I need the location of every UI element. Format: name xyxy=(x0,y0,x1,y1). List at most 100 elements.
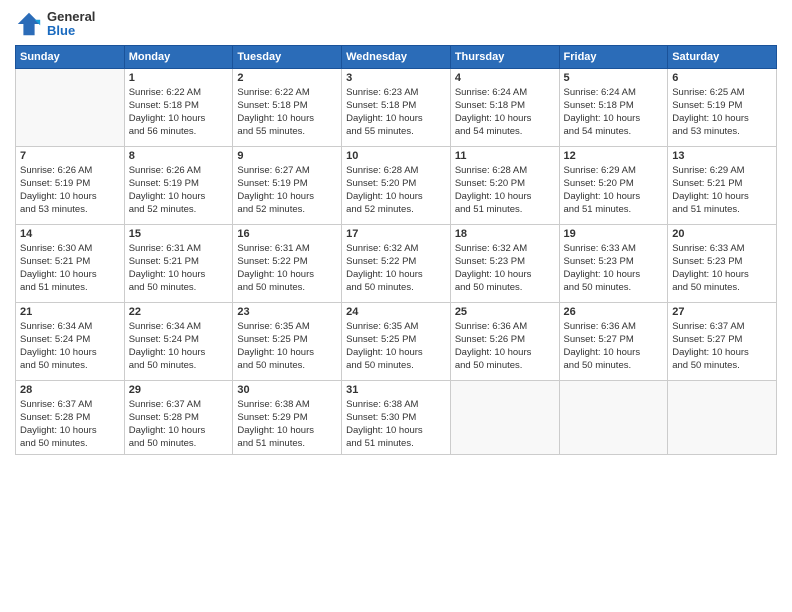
day-number: 11 xyxy=(455,150,555,162)
day-number: 26 xyxy=(564,306,664,318)
day-info: Sunrise: 6:32 AM Sunset: 5:23 PM Dayligh… xyxy=(455,242,555,295)
day-number: 2 xyxy=(237,72,337,84)
weekday-header-monday: Monday xyxy=(124,45,233,68)
calendar-cell: 5 Sunrise: 6:24 AM Sunset: 5:18 PM Daylig… xyxy=(559,68,668,146)
header: General Blue xyxy=(15,10,777,39)
calendar-cell: 16 Sunrise: 6:31 AM Sunset: 5:22 PM Dayli… xyxy=(233,224,342,302)
calendar-cell: 11Sunrise: 6:28 AM Sunset: 5:20 PM Dayli… xyxy=(450,146,559,224)
day-number: 16 xyxy=(237,228,337,240)
day-info: Sunrise: 6:29 AM Sunset: 5:21 PM Dayligh… xyxy=(672,164,772,217)
day-info: Sunrise: 6:30 AM Sunset: 5:21 PM Dayligh… xyxy=(20,242,120,295)
calendar-cell: 13 Sunrise: 6:29 AM Sunset: 5:21 PM Dayli… xyxy=(668,146,777,224)
day-info: Sunrise: 6:34 AM Sunset: 5:24 PM Dayligh… xyxy=(20,320,120,373)
weekday-header-wednesday: Wednesday xyxy=(342,45,451,68)
week-row-5: 28Sunrise: 6:37 AM Sunset: 5:28 PM Dayli… xyxy=(16,380,777,454)
day-number: 9 xyxy=(237,150,337,162)
calendar-cell: 2 Sunrise: 6:22 AM Sunset: 5:18 PM Daylig… xyxy=(233,68,342,146)
day-number: 15 xyxy=(129,228,229,240)
day-number: 31 xyxy=(346,384,446,396)
day-number: 21 xyxy=(20,306,120,318)
calendar-cell: 22 Sunrise: 6:34 AM Sunset: 5:24 PM Dayli… xyxy=(124,302,233,380)
calendar-cell: 3Sunrise: 6:23 AM Sunset: 5:18 PM Daylig… xyxy=(342,68,451,146)
day-number: 3 xyxy=(346,72,446,84)
day-number: 22 xyxy=(129,306,229,318)
calendar-cell: 24Sunrise: 6:35 AM Sunset: 5:25 PM Dayli… xyxy=(342,302,451,380)
calendar-cell: 7 Sunrise: 6:26 AM Sunset: 5:19 PM Daylig… xyxy=(16,146,125,224)
weekday-header-sunday: Sunday xyxy=(16,45,125,68)
day-info: Sunrise: 6:33 AM Sunset: 5:23 PM Dayligh… xyxy=(564,242,664,295)
logo-general: General xyxy=(47,10,95,24)
day-info: Sunrise: 6:24 AM Sunset: 5:18 PM Dayligh… xyxy=(455,86,555,139)
logo-blue: Blue xyxy=(47,24,95,38)
calendar-cell xyxy=(559,380,668,454)
calendar-cell: 18 Sunrise: 6:32 AM Sunset: 5:23 PM Dayli… xyxy=(450,224,559,302)
calendar-cell: 20Sunrise: 6:33 AM Sunset: 5:23 PM Dayli… xyxy=(668,224,777,302)
calendar-cell: 1Sunrise: 6:22 AM Sunset: 5:18 PM Daylig… xyxy=(124,68,233,146)
weekday-header-thursday: Thursday xyxy=(450,45,559,68)
day-number: 13 xyxy=(672,150,772,162)
day-info: Sunrise: 6:31 AM Sunset: 5:21 PM Dayligh… xyxy=(129,242,229,295)
weekday-header-saturday: Saturday xyxy=(668,45,777,68)
day-number: 18 xyxy=(455,228,555,240)
logo: General Blue xyxy=(15,10,95,39)
calendar-cell: 26 Sunrise: 6:36 AM Sunset: 5:27 PM Dayli… xyxy=(559,302,668,380)
day-info: Sunrise: 6:37 AM Sunset: 5:28 PM Dayligh… xyxy=(129,398,229,451)
day-info: Sunrise: 6:35 AM Sunset: 5:25 PM Dayligh… xyxy=(237,320,337,373)
week-row-1: 1 Sunrise: 6:22 AM Sunset: 5:18 PM Daylig… xyxy=(16,68,777,146)
day-info: Sunrise: 6:24 AM Sunset: 5:18 PM Dayligh… xyxy=(564,86,664,139)
day-info: Sunrise: 6:38 AM Sunset: 5:29 PM Dayligh… xyxy=(237,398,337,451)
calendar-cell: 27Sunrise: 6:37 AM Sunset: 5:27 PM Dayli… xyxy=(668,302,777,380)
logo-icon xyxy=(15,10,43,38)
day-number: 1 xyxy=(129,72,229,84)
week-row-3: 14 Sunrise: 6:30 AM Sunset: 5:21 PM Dayli… xyxy=(16,224,777,302)
calendar-cell: 12 Sunrise: 6:29 AM Sunset: 5:20 PM Dayli… xyxy=(559,146,668,224)
calendar-header: SundayMondayTuesdayWednesdayThursdayFrid… xyxy=(16,45,777,68)
day-info: Sunrise: 6:22 AM Sunset: 5:18 PM Dayligh… xyxy=(237,86,337,139)
day-info: Sunrise: 6:25 AM Sunset: 5:19 PM Dayligh… xyxy=(672,86,772,139)
weekday-row: SundayMondayTuesdayWednesdayThursdayFrid… xyxy=(16,45,777,68)
day-number: 23 xyxy=(237,306,337,318)
calendar-cell: 4 Sunrise: 6:24 AM Sunset: 5:18 PM Daylig… xyxy=(450,68,559,146)
page: General Blue SundayMondayTuesdayWednesda… xyxy=(0,0,792,612)
day-number: 5 xyxy=(564,72,664,84)
day-info: Sunrise: 6:28 AM Sunset: 5:20 PM Dayligh… xyxy=(346,164,446,217)
day-number: 14 xyxy=(20,228,120,240)
calendar-cell xyxy=(668,380,777,454)
day-info: Sunrise: 6:37 AM Sunset: 5:28 PM Dayligh… xyxy=(20,398,120,451)
day-info: Sunrise: 6:36 AM Sunset: 5:26 PM Dayligh… xyxy=(455,320,555,373)
calendar-cell: 23 Sunrise: 6:35 AM Sunset: 5:25 PM Dayli… xyxy=(233,302,342,380)
calendar-cell: 6 Sunrise: 6:25 AM Sunset: 5:19 PM Daylig… xyxy=(668,68,777,146)
calendar-cell: 14 Sunrise: 6:30 AM Sunset: 5:21 PM Dayli… xyxy=(16,224,125,302)
calendar-cell: 29 Sunrise: 6:37 AM Sunset: 5:28 PM Dayli… xyxy=(124,380,233,454)
week-row-4: 21 Sunrise: 6:34 AM Sunset: 5:24 PM Dayli… xyxy=(16,302,777,380)
day-number: 8 xyxy=(129,150,229,162)
calendar-cell: 21 Sunrise: 6:34 AM Sunset: 5:24 PM Dayli… xyxy=(16,302,125,380)
day-number: 4 xyxy=(455,72,555,84)
calendar-cell: 19 Sunrise: 6:33 AM Sunset: 5:23 PM Dayli… xyxy=(559,224,668,302)
calendar-cell: 8Sunrise: 6:26 AM Sunset: 5:19 PM Daylig… xyxy=(124,146,233,224)
calendar-cell: 17Sunrise: 6:32 AM Sunset: 5:22 PM Dayli… xyxy=(342,224,451,302)
day-info: Sunrise: 6:31 AM Sunset: 5:22 PM Dayligh… xyxy=(237,242,337,295)
day-number: 25 xyxy=(455,306,555,318)
weekday-header-tuesday: Tuesday xyxy=(233,45,342,68)
day-info: Sunrise: 6:26 AM Sunset: 5:19 PM Dayligh… xyxy=(20,164,120,217)
week-row-2: 7 Sunrise: 6:26 AM Sunset: 5:19 PM Daylig… xyxy=(16,146,777,224)
calendar-table: SundayMondayTuesdayWednesdayThursdayFrid… xyxy=(15,45,777,455)
day-info: Sunrise: 6:36 AM Sunset: 5:27 PM Dayligh… xyxy=(564,320,664,373)
day-number: 19 xyxy=(564,228,664,240)
day-number: 10 xyxy=(346,150,446,162)
day-info: Sunrise: 6:33 AM Sunset: 5:23 PM Dayligh… xyxy=(672,242,772,295)
calendar-cell: 28Sunrise: 6:37 AM Sunset: 5:28 PM Dayli… xyxy=(16,380,125,454)
calendar-cell xyxy=(16,68,125,146)
day-number: 7 xyxy=(20,150,120,162)
day-number: 6 xyxy=(672,72,772,84)
calendar-cell: 10 Sunrise: 6:28 AM Sunset: 5:20 PM Dayli… xyxy=(342,146,451,224)
day-info: Sunrise: 6:27 AM Sunset: 5:19 PM Dayligh… xyxy=(237,164,337,217)
day-info: Sunrise: 6:34 AM Sunset: 5:24 PM Dayligh… xyxy=(129,320,229,373)
day-info: Sunrise: 6:38 AM Sunset: 5:30 PM Dayligh… xyxy=(346,398,446,451)
day-info: Sunrise: 6:29 AM Sunset: 5:20 PM Dayligh… xyxy=(564,164,664,217)
day-number: 29 xyxy=(129,384,229,396)
day-number: 12 xyxy=(564,150,664,162)
calendar-cell: 31 Sunrise: 6:38 AM Sunset: 5:30 PM Dayli… xyxy=(342,380,451,454)
day-info: Sunrise: 6:35 AM Sunset: 5:25 PM Dayligh… xyxy=(346,320,446,373)
